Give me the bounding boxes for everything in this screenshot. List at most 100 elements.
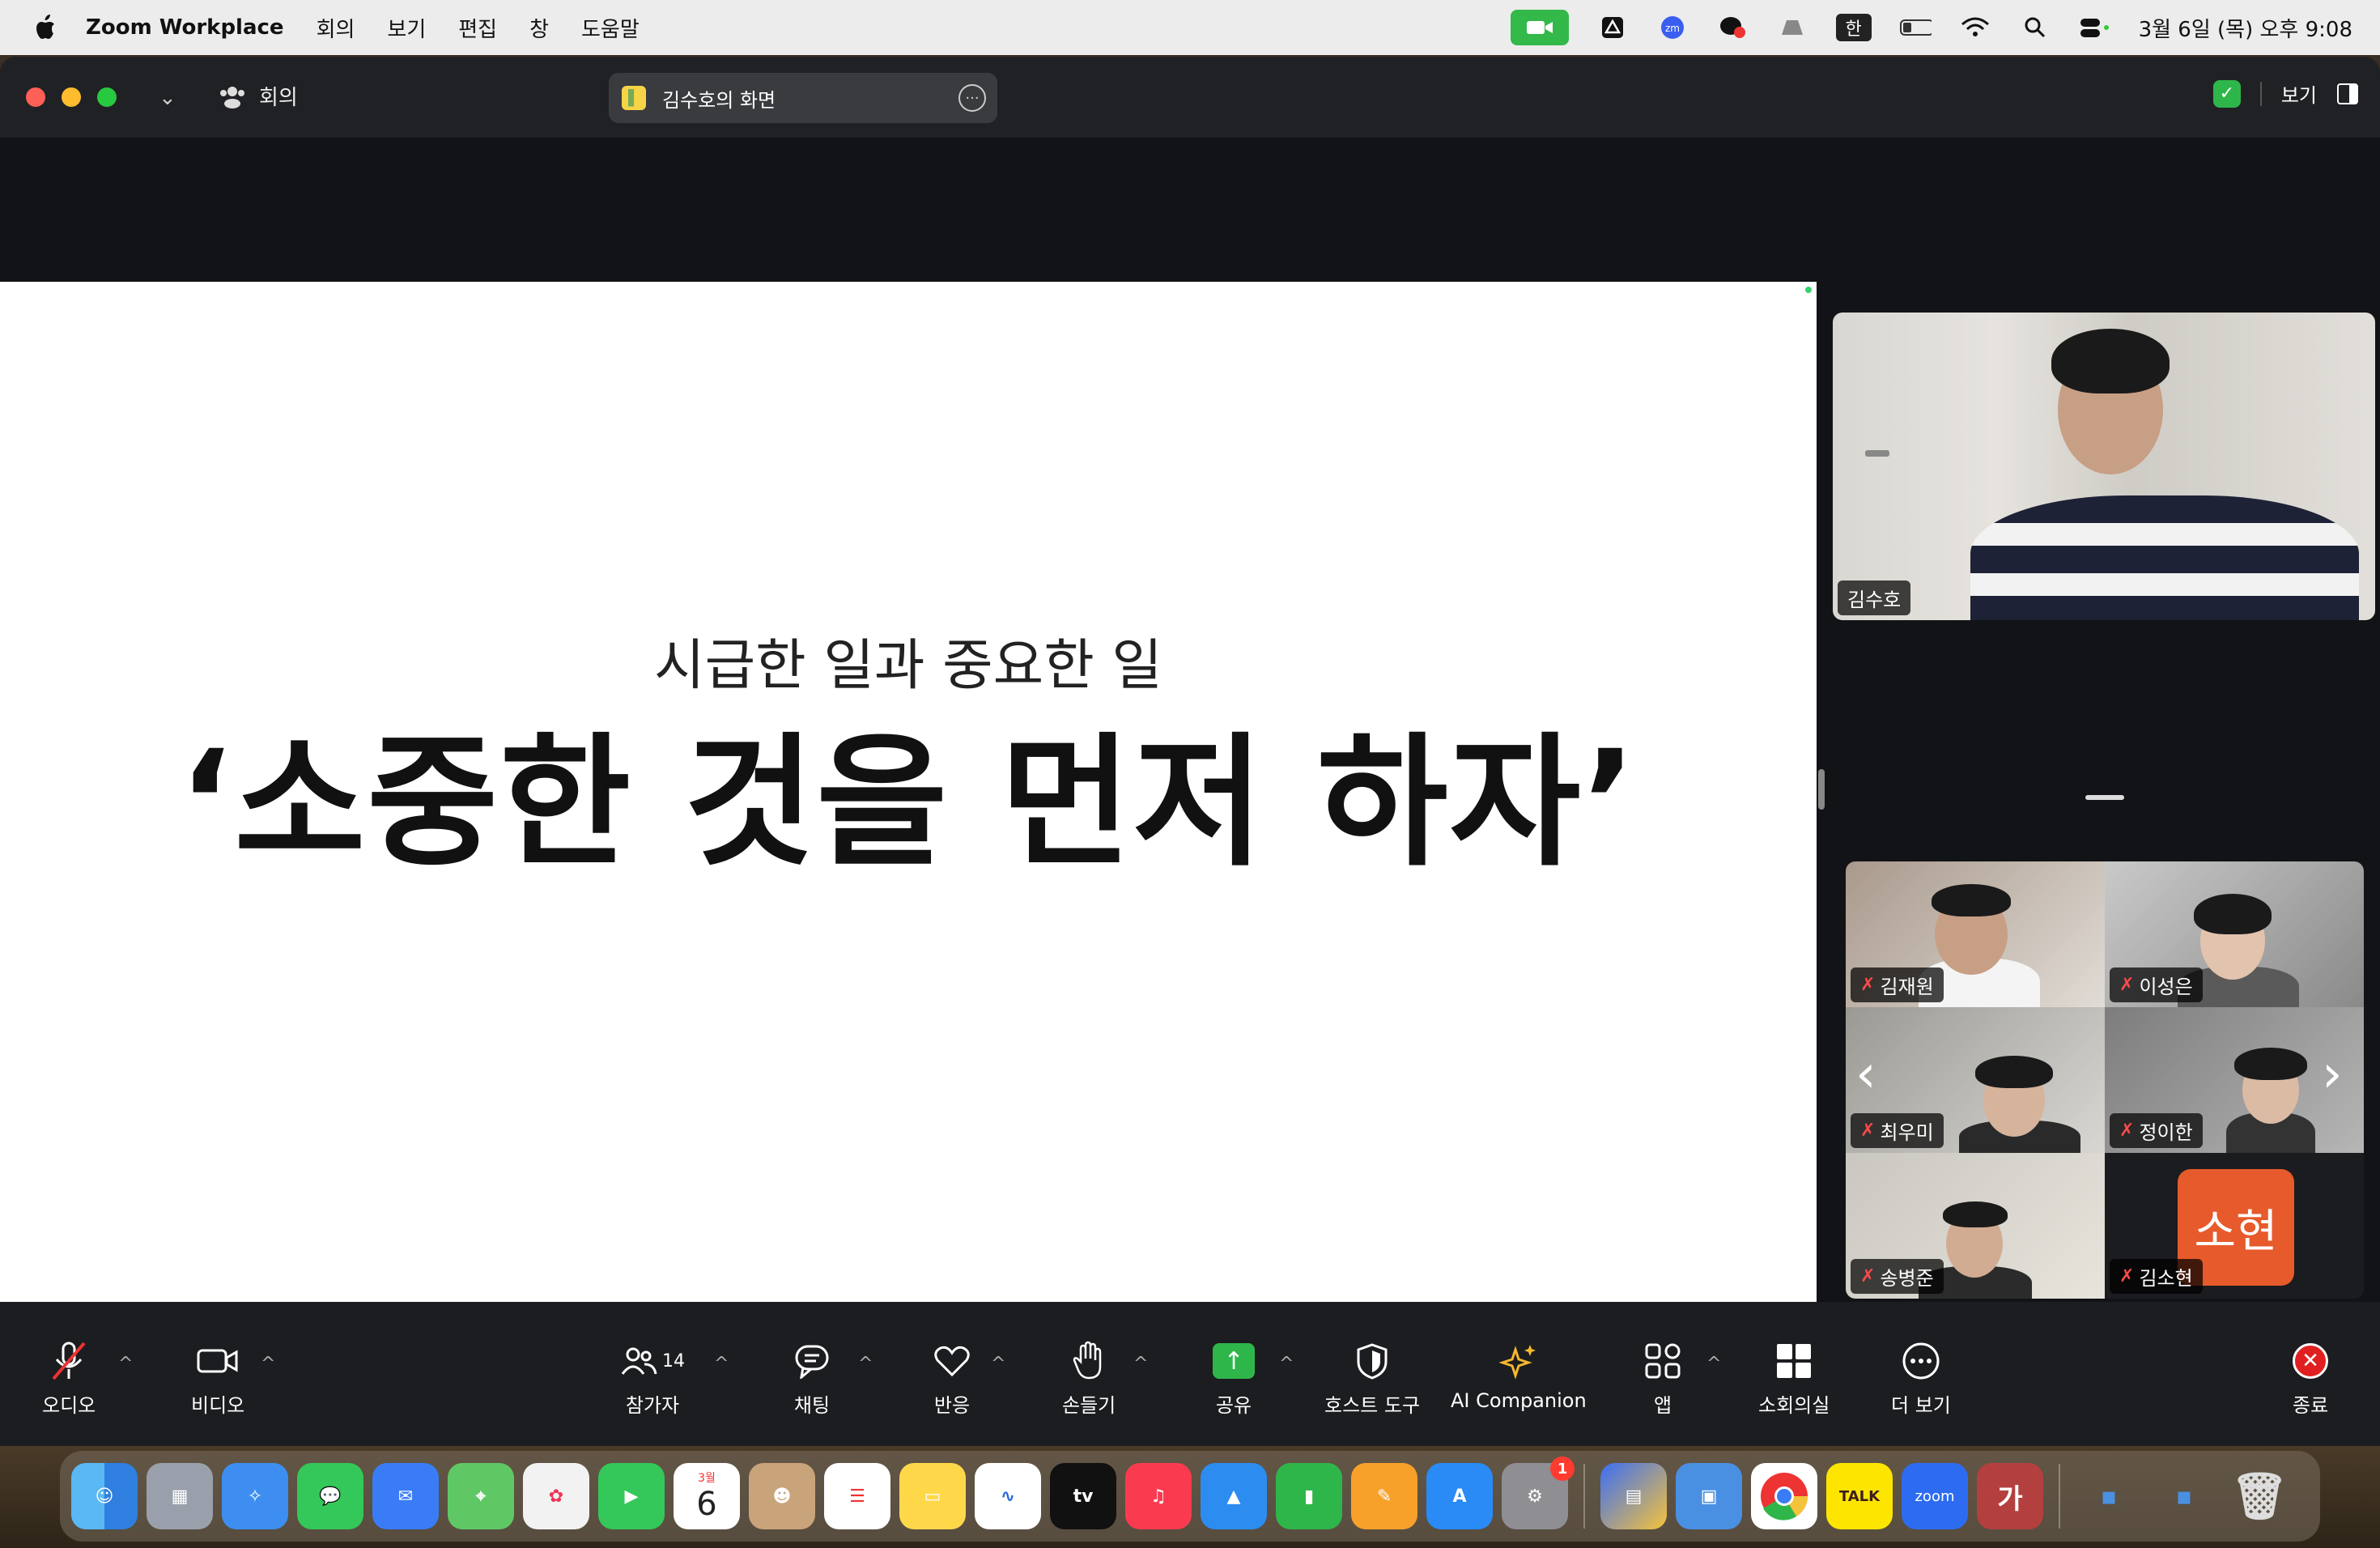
mail-icon[interactable]: ✉ bbox=[372, 1463, 439, 1529]
talk-label: TALK bbox=[1838, 1487, 1881, 1505]
zoom-video-status-icon[interactable] bbox=[1510, 10, 1569, 45]
kakaotalk-icon[interactable]: TALK bbox=[1826, 1463, 1893, 1529]
spotlight-search-icon[interactable] bbox=[2019, 11, 2051, 44]
raise-hand-options-caret-icon[interactable]: ^ bbox=[1133, 1354, 1148, 1374]
reminders-icon[interactable]: ☰ bbox=[824, 1463, 890, 1529]
host-tools-button[interactable]: 호스트 도구 bbox=[1324, 1337, 1420, 1418]
video-button[interactable]: 비디오 bbox=[191, 1337, 244, 1418]
share-screen-button[interactable]: ↑ 공유 bbox=[1213, 1337, 1255, 1418]
share-title: 김수호의 화면 bbox=[662, 88, 776, 112]
participant-tile[interactable]: ✗ 송병준 bbox=[1846, 1153, 2105, 1299]
battery-icon[interactable] bbox=[1899, 11, 1932, 44]
calendar-icon[interactable]: 3월 6 bbox=[674, 1463, 740, 1529]
ai-companion-button[interactable]: AI Companion bbox=[1451, 1337, 1587, 1412]
chat-options-caret-icon[interactable]: ^ bbox=[858, 1354, 873, 1374]
files-stack-icon[interactable]: ▤ bbox=[1600, 1463, 1667, 1529]
screen-share-indicator[interactable]: ▌ 김수호의 화면 ··· bbox=[609, 73, 997, 123]
more-button[interactable]: 더 보기 bbox=[1891, 1337, 1951, 1418]
notes-icon[interactable]: ▭ bbox=[899, 1463, 966, 1529]
zoom-menu-icon[interactable]: zm bbox=[1656, 11, 1689, 44]
minimize-window-button[interactable] bbox=[62, 87, 81, 107]
finder-icon[interactable]: ☺ bbox=[71, 1463, 138, 1529]
dock-separator bbox=[2059, 1464, 2060, 1529]
finder-window-icon[interactable]: ▣ bbox=[1676, 1463, 1742, 1529]
fullscreen-window-button[interactable] bbox=[97, 87, 117, 107]
app-store-icon[interactable]: A bbox=[1426, 1463, 1493, 1529]
pages-icon[interactable]: ✎ bbox=[1351, 1463, 1417, 1529]
apple-logo-icon[interactable] bbox=[32, 14, 57, 41]
audio-button[interactable]: 오디오 bbox=[42, 1337, 96, 1418]
menu-view[interactable]: 보기 bbox=[387, 13, 426, 43]
participant-name-tag: ✗ 최우미 bbox=[1851, 1113, 1944, 1148]
messages-icon[interactable]: 💬 bbox=[297, 1463, 363, 1529]
participant-hair bbox=[1943, 1201, 2008, 1227]
menu-help[interactable]: 도움말 bbox=[581, 13, 640, 43]
keynote-icon[interactable]: ▲ bbox=[1201, 1463, 1267, 1529]
wifi-icon[interactable] bbox=[1959, 11, 1991, 44]
shared-screen-slide: 시급한 일과 중요한 일 ‘소중한 것을 먼저 하자’ bbox=[0, 282, 1817, 1302]
freeform-icon[interactable]: ∿ bbox=[975, 1463, 1041, 1529]
reactions-options-caret-icon[interactable]: ^ bbox=[991, 1354, 1005, 1374]
participant-tile[interactable]: ✗ 김재원 bbox=[1846, 861, 2105, 1007]
messenger-icon[interactable] bbox=[1716, 11, 1749, 44]
numbers-icon[interactable]: ▮ bbox=[1276, 1463, 1342, 1529]
zoom-app-icon[interactable]: zoom bbox=[1902, 1463, 1968, 1529]
gallery-prev-arrow-icon[interactable]: ‹ bbox=[1855, 1044, 1876, 1104]
contacts-icon[interactable]: ☻ bbox=[749, 1463, 815, 1529]
macos-dock: ☺ ▦ ✧ 💬 ✉ ⌖ ✿ ▶ 3월 6 ☻ ☰ ▭ ∿ tv ♫ ▲ ▮ ✎ … bbox=[60, 1451, 2320, 1542]
muted-mic-icon: ✗ bbox=[2119, 1121, 2135, 1141]
menubar-clock[interactable]: 3월 6일 (목) 오후 9:08 bbox=[2139, 13, 2352, 43]
raise-hand-button[interactable]: 손들기 bbox=[1062, 1337, 1116, 1418]
participant-tile[interactable]: ✗ 이성은 bbox=[2105, 861, 2364, 1007]
view-options[interactable]: ✓ 보기 bbox=[2212, 79, 2359, 108]
share-label: 공유 bbox=[1215, 1394, 1252, 1417]
maps-icon[interactable]: ⌖ bbox=[448, 1463, 514, 1529]
share-options-caret-icon[interactable]: ^ bbox=[1279, 1354, 1294, 1374]
korean-app-icon[interactable]: 가 bbox=[1977, 1463, 2043, 1529]
chrome-icon[interactable] bbox=[1751, 1463, 1817, 1529]
participant-tile[interactable]: ✗ 최우미 bbox=[1846, 1007, 2105, 1153]
system-settings-icon[interactable]: ⚙ 1 bbox=[1502, 1457, 1575, 1529]
participants-button[interactable]: 14 참가자 bbox=[620, 1337, 685, 1418]
active-speaker-video[interactable]: 김수호 bbox=[1833, 313, 2375, 620]
breakout-rooms-button[interactable]: 소회의실 bbox=[1758, 1337, 1830, 1418]
menu-meeting[interactable]: 회의 bbox=[317, 13, 355, 43]
google-drive-icon[interactable] bbox=[1596, 11, 1629, 44]
security-shield-icon[interactable]: ✓ bbox=[2212, 79, 2241, 108]
input-method-indicator[interactable]: 한 bbox=[1835, 14, 1872, 41]
close-window-button[interactable] bbox=[26, 87, 45, 107]
trash-icon[interactable]: 🗑 bbox=[2226, 1463, 2293, 1529]
video-camera-icon bbox=[196, 1337, 240, 1384]
downloads-stack-icon[interactable]: ▪ bbox=[2076, 1463, 2142, 1529]
documents-stack-icon[interactable]: ▪ bbox=[2151, 1463, 2217, 1529]
calendar-month: 3월 bbox=[698, 1472, 716, 1485]
control-center-icon[interactable] bbox=[2079, 11, 2111, 44]
safari-icon[interactable]: ✧ bbox=[222, 1463, 288, 1529]
facetime-icon[interactable]: ▶ bbox=[598, 1463, 665, 1529]
end-meeting-button[interactable]: ✕ 종료 bbox=[2293, 1337, 2328, 1418]
chat-button[interactable]: 채팅 bbox=[793, 1337, 831, 1418]
music-icon[interactable]: ♫ bbox=[1125, 1463, 1192, 1529]
muted-mic-icon: ✗ bbox=[1860, 1121, 1876, 1141]
settings-badge: 1 bbox=[1550, 1457, 1575, 1481]
apps-options-caret-icon[interactable]: ^ bbox=[1706, 1354, 1721, 1374]
chevron-down-icon[interactable]: ⌄ bbox=[159, 86, 176, 110]
meeting-info[interactable]: 회의 bbox=[219, 81, 298, 111]
video-options-caret-icon[interactable]: ^ bbox=[261, 1354, 275, 1374]
apps-button[interactable]: 앱 bbox=[1643, 1337, 1682, 1418]
menu-edit[interactable]: 편집 bbox=[458, 13, 497, 43]
launchpad-icon[interactable]: ▦ bbox=[147, 1463, 213, 1529]
reactions-button[interactable]: 반응 bbox=[933, 1337, 971, 1418]
gallery-next-arrow-icon[interactable]: › bbox=[2322, 1044, 2343, 1104]
menu-window[interactable]: 창 bbox=[529, 13, 549, 43]
apple-tv-icon[interactable]: tv bbox=[1050, 1463, 1116, 1529]
panel-resize-handle[interactable] bbox=[1818, 769, 1825, 810]
gallery-drag-handle[interactable] bbox=[2085, 795, 2124, 800]
photos-icon[interactable]: ✿ bbox=[523, 1463, 589, 1529]
participants-options-caret-icon[interactable]: ^ bbox=[714, 1354, 729, 1374]
audio-options-caret-icon[interactable]: ^ bbox=[118, 1354, 133, 1374]
share-options-icon[interactable]: ··· bbox=[958, 84, 986, 112]
participant-tile[interactable]: 소현 ✗ 김소현 bbox=[2105, 1153, 2364, 1299]
app-name-menu[interactable]: Zoom Workplace bbox=[86, 15, 284, 40]
cloud-app-icon[interactable] bbox=[1776, 11, 1808, 44]
